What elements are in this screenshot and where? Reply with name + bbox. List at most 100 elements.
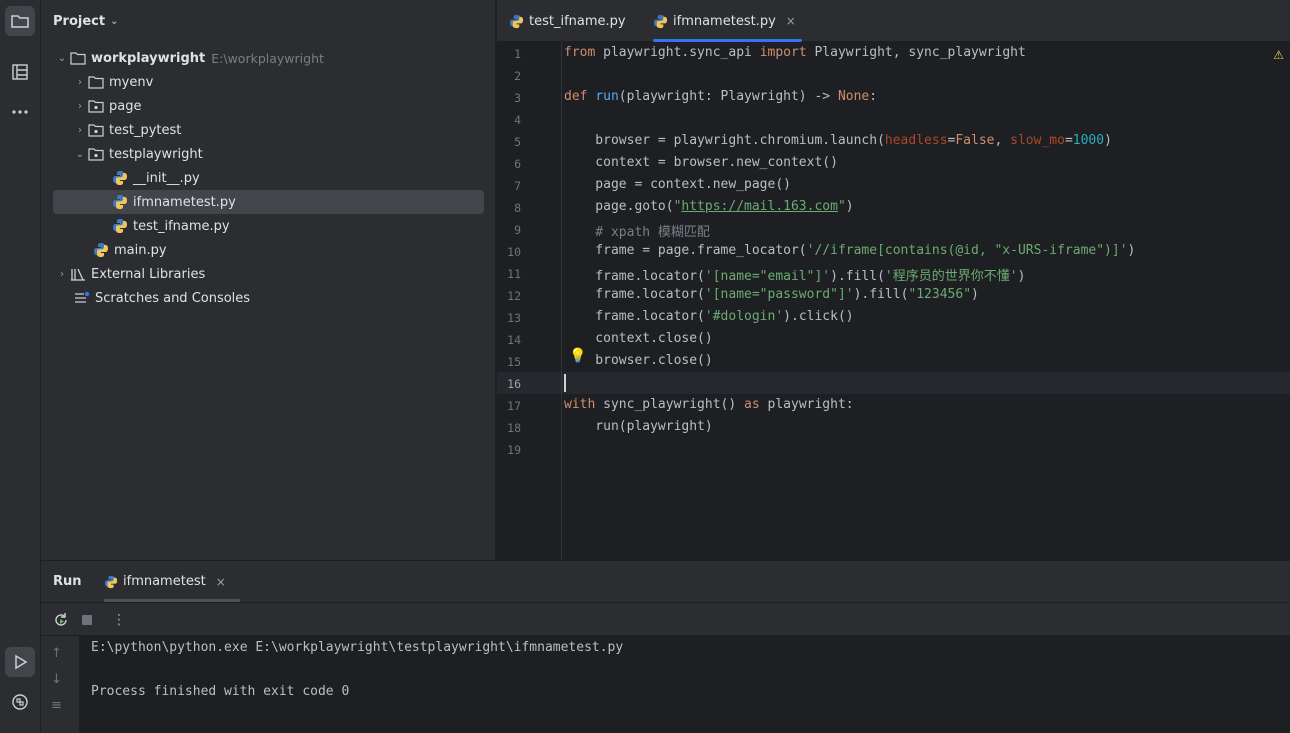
line-number: 7 [514, 179, 521, 193]
python-icon [111, 170, 129, 186]
code-line-1: from playwright.sync_api import Playwrig… [564, 45, 1026, 60]
tree-item-label: Scratches and Consoles [95, 290, 251, 306]
tree-item-test-ifname[interactable]: test_ifname.py [111, 214, 230, 238]
line-number: 6 [514, 157, 521, 171]
line-number: 1 [514, 47, 521, 61]
tree-item-page[interactable]: › page [73, 94, 141, 118]
code-line-9: # xpath 模糊匹配 [564, 225, 710, 240]
chevron-down-icon[interactable]: ⌄ [110, 16, 118, 27]
tree-item-label: External Libraries [91, 266, 206, 282]
run-panel: Run ifmnametest × ⋮ ↑ ↓ ≡ E:\python\pyth… [41, 560, 1290, 733]
folder-icon [87, 74, 105, 90]
tree-item-label: testplaywright [109, 146, 203, 162]
chevron-right-icon[interactable]: › [55, 269, 69, 280]
line-number: 9 [514, 223, 521, 237]
console-side-toolbar: ↑ ↓ ≡ [41, 636, 79, 733]
chevron-right-icon[interactable]: › [73, 125, 87, 136]
line-number-gutter: 1 2 3 4 5 6 7 8 9 10 11 12 13 14 15 16 1… [497, 42, 562, 560]
tree-item-test-pytest[interactable]: › test_pytest [73, 118, 181, 142]
line-number: 5 [514, 135, 521, 149]
python-icon [104, 575, 118, 589]
project-folder-icon[interactable] [5, 6, 35, 36]
tree-item-label: myenv [109, 74, 154, 90]
code-line-17: with sync_playwright() as playwright: [564, 397, 854, 412]
package-icon [87, 122, 105, 138]
more-options-icon[interactable]: ⋮ [109, 610, 129, 630]
project-panel-header[interactable]: Project ⌄ [41, 0, 495, 42]
code-line-3: def run(playwright: Playwright) -> None: [564, 89, 878, 104]
scratches-icon [73, 290, 91, 306]
tree-item-root[interactable]: ⌄ workplaywright E:\workplaywright [55, 46, 324, 70]
more-tools-icon[interactable] [5, 97, 35, 127]
run-title: Run [53, 574, 82, 589]
code-line-6: context = browser.new_context() [564, 155, 838, 170]
tree-item-label: test_pytest [109, 122, 182, 138]
line-number: 18 [507, 421, 521, 435]
run-tab-label: ifmnametest [123, 574, 206, 589]
chevron-right-icon[interactable]: › [73, 77, 87, 88]
warning-icon[interactable]: ⚠ [1273, 48, 1284, 62]
package-icon [87, 146, 105, 162]
tab-ifmnametest[interactable]: ifmnametest.py × [653, 0, 802, 42]
chevron-down-icon[interactable]: ⌄ [73, 149, 87, 160]
current-line-highlight [497, 372, 1290, 394]
tree-item-label: __init__.py [133, 170, 200, 186]
python-icon [653, 14, 668, 29]
rerun-icon[interactable] [51, 610, 71, 630]
code-line-13: frame.locator('#dologin').click() [564, 309, 854, 324]
line-number: 13 [507, 311, 521, 325]
console-line: Process finished with exit code 0 [91, 684, 350, 699]
left-tool-strip [0, 0, 41, 733]
run-tool-icon[interactable] [5, 647, 35, 677]
line-number: 8 [514, 201, 521, 215]
tree-item-scratches[interactable]: Scratches and Consoles [73, 286, 250, 310]
tree-item-main[interactable]: main.py [92, 238, 167, 262]
close-icon[interactable]: × [216, 575, 226, 589]
editor-tabs: test_ifname.py ifmnametest.py × [497, 0, 1290, 42]
line-number: 4 [514, 113, 521, 127]
arrow-up-icon[interactable]: ↑ [51, 646, 62, 661]
line-number: 15 [507, 355, 521, 369]
code-line-18: run(playwright) [564, 419, 713, 434]
tree-item-path: E:\workplaywright [211, 50, 324, 66]
arrow-down-icon[interactable]: ↓ [51, 672, 62, 687]
console-output[interactable]: E:\python\python.exe E:\workplaywright\t… [79, 636, 1290, 733]
chevron-down-icon[interactable]: ⌄ [55, 53, 69, 64]
run-tab-ifmnametest[interactable]: ifmnametest × [104, 561, 240, 602]
line-number: 19 [507, 443, 521, 457]
tab-test-ifname[interactable]: test_ifname.py [509, 0, 626, 42]
soft-wrap-icon[interactable]: ≡ [51, 698, 62, 713]
stop-icon[interactable] [77, 610, 97, 630]
python-icon [92, 242, 110, 258]
library-icon [69, 266, 87, 282]
line-number: 11 [507, 267, 521, 281]
line-number: 16 [507, 377, 521, 391]
project-panel: Project ⌄ ⌄ workplaywright E:\workplaywr… [41, 0, 496, 560]
tree-item-label: test_ifname.py [133, 218, 230, 234]
tree-item-label: page [109, 98, 142, 114]
tree-item-external-libraries[interactable]: › External Libraries [55, 262, 205, 286]
chevron-right-icon[interactable]: › [73, 101, 87, 112]
python-icon [111, 194, 129, 210]
package-icon [87, 98, 105, 114]
tree-item-testplaywright[interactable]: ⌄ testplaywright [73, 142, 203, 166]
close-icon[interactable]: × [786, 14, 796, 28]
code-line-12: frame.locator('[name="password"]').fill(… [564, 287, 979, 302]
line-number: 10 [507, 245, 521, 259]
text-caret [564, 374, 566, 392]
line-number: 2 [514, 69, 521, 83]
tab-label: ifmnametest.py [673, 13, 776, 29]
python-console-icon[interactable] [5, 687, 35, 717]
tree-item-init[interactable]: __init__.py [111, 166, 200, 190]
tree-item-label: main.py [114, 242, 167, 258]
line-number: 14 [507, 333, 521, 347]
line-number: 3 [514, 91, 521, 105]
tree-item-myenv[interactable]: › myenv [73, 70, 153, 94]
structure-icon[interactable] [5, 57, 35, 87]
code-line-5: browser = playwright.chromium.launch(hea… [564, 133, 1112, 148]
folder-icon [69, 50, 87, 66]
run-toolbar: ⋮ [41, 602, 1290, 636]
project-title: Project [53, 13, 106, 29]
tree-item-ifmnametest[interactable]: ifmnametest.py [53, 190, 484, 214]
code-line-7: page = context.new_page() [564, 177, 791, 192]
